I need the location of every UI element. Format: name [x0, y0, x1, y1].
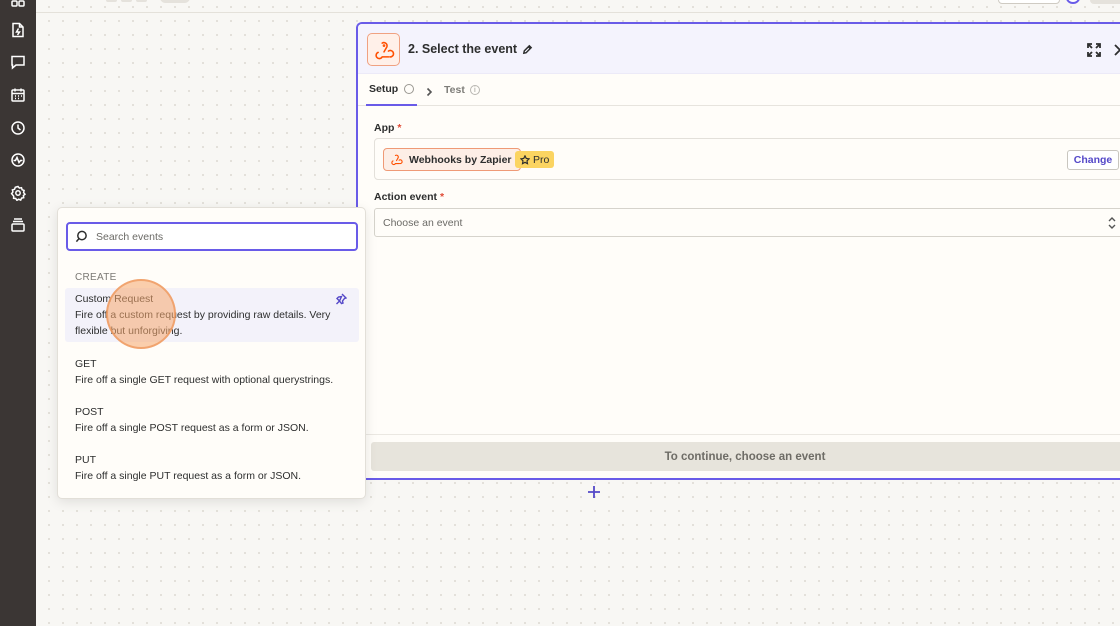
- event-option-custom-request[interactable]: Custom Request Fire off a custom request…: [65, 288, 359, 342]
- layers-icon[interactable]: [10, 217, 26, 233]
- change-app-button[interactable]: Change: [1067, 150, 1119, 170]
- event-description: Fire off a single PUT request as a form …: [75, 470, 302, 482]
- add-step-plus-icon[interactable]: [586, 484, 602, 500]
- star-icon: [520, 154, 530, 165]
- webhook-icon: [367, 33, 400, 66]
- top-publish-button[interactable]: [1090, 0, 1120, 4]
- action-event-select[interactable]: Choose an event: [374, 208, 1120, 237]
- zap-file-icon[interactable]: [10, 22, 26, 38]
- event-title: Custom Request: [75, 293, 154, 305]
- pro-badge: Pro: [515, 151, 555, 168]
- step-title[interactable]: 2. Select the event: [408, 42, 533, 56]
- event-dropdown: CREATE Custom Request Fire off a custom …: [57, 207, 366, 499]
- event-description: Fire off a custom request by providing r…: [75, 309, 331, 337]
- event-title: GET: [75, 358, 97, 370]
- pin-icon[interactable]: [335, 292, 348, 305]
- action-event-placeholder: Choose an event: [383, 216, 463, 229]
- event-description: Fire off a single GET request with optio…: [75, 374, 334, 386]
- event-title: POST: [75, 406, 104, 418]
- search-box[interactable]: [66, 222, 358, 251]
- step-header: 2. Select the event: [358, 24, 1120, 74]
- chevron-updown-icon: [1107, 216, 1117, 230]
- app-name: Webhooks by Zapier: [409, 153, 512, 166]
- top-toggle[interactable]: [160, 0, 190, 3]
- event-option-get[interactable]: GET Fire off a single GET request with o…: [65, 353, 359, 393]
- apps-icon[interactable]: [10, 0, 26, 8]
- tab-setup[interactable]: Setup: [366, 74, 418, 106]
- settings-icon[interactable]: [10, 185, 27, 202]
- step-panel: 2. Select the event Setup Test i App * W…: [356, 22, 1120, 480]
- webhook-icon: [391, 154, 403, 166]
- top-toolbar-icons: [106, 0, 147, 2]
- top-divider: [36, 12, 1120, 13]
- app-field: Webhooks by Zapier Pro Change: [374, 138, 1120, 180]
- step-title-text: 2. Select the event: [408, 42, 518, 56]
- edit-pencil-icon[interactable]: [522, 44, 533, 55]
- top-version-box[interactable]: [998, 0, 1060, 4]
- top-status-icon[interactable]: [1066, 0, 1080, 4]
- app-chip: Webhooks by Zapier: [383, 148, 521, 171]
- step-tabs: Setup Test i: [358, 74, 1120, 106]
- search-icon: [75, 230, 87, 243]
- activity-icon[interactable]: [10, 152, 26, 168]
- close-icon[interactable]: [1112, 42, 1120, 58]
- tab-setup-label: Setup: [369, 83, 399, 95]
- left-rail: [0, 0, 36, 626]
- status-circle-icon: [404, 84, 415, 94]
- tab-test-label: Test: [444, 84, 465, 96]
- search-input[interactable]: [96, 230, 336, 243]
- footer-divider: [358, 434, 1120, 435]
- event-option-put[interactable]: PUT Fire off a single PUT request as a f…: [65, 449, 359, 489]
- chevron-right-icon: [424, 84, 434, 97]
- history-icon[interactable]: [10, 120, 26, 136]
- chat-icon[interactable]: [10, 54, 26, 70]
- event-title: PUT: [75, 454, 96, 466]
- expand-icon[interactable]: [1086, 42, 1102, 58]
- tab-test[interactable]: Test i: [444, 74, 480, 106]
- info-icon: i: [469, 85, 480, 95]
- calendar-icon[interactable]: [10, 87, 26, 103]
- section-header-create: CREATE: [75, 272, 117, 283]
- event-description: Fire off a single POST request as a form…: [75, 422, 309, 434]
- event-option-post[interactable]: POST Fire off a single POST request as a…: [65, 401, 359, 441]
- app-label: App *: [374, 122, 402, 134]
- continue-button[interactable]: To continue, choose an event: [371, 442, 1120, 471]
- action-event-label: Action event *: [374, 191, 445, 203]
